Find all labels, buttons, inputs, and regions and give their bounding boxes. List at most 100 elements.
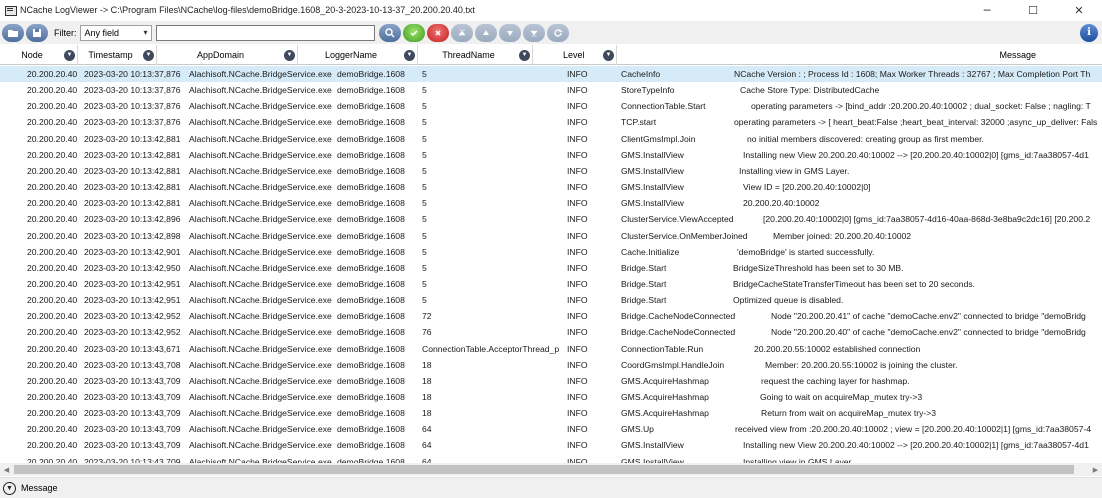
- table-row[interactable]: 20.200.20.40 2023-03-20 10:13:43,708 Alach…: [0, 357, 1102, 373]
- cell-logger: demoBridge.1608: [337, 117, 405, 128]
- table-row[interactable]: 20.200.20.40 2023-03-20 10:13:43,709 Alach…: [0, 454, 1102, 463]
- table-row[interactable]: 20.200.20.40 2023-03-20 10:13:42,950 Alach…: [0, 260, 1102, 276]
- info-icon[interactable]: i: [1080, 23, 1098, 42]
- filter-dropdown-icon[interactable]: ▼: [284, 49, 295, 61]
- filter-input[interactable]: [155, 24, 375, 41]
- table-row[interactable]: 20.200.20.40 2023-03-20 10:13:43,709 Alach…: [0, 421, 1102, 437]
- log-grid[interactable]: Node ▼ Timestamp ▼ AppDomain ▼ LoggerNam…: [0, 45, 1102, 463]
- cell-thread: 64: [422, 456, 432, 463]
- open-icon[interactable]: [2, 23, 24, 42]
- expand-chevron-icon[interactable]: ▼: [3, 481, 16, 495]
- next-icon[interactable]: [498, 23, 521, 42]
- table-row[interactable]: 20.200.20.40 2023-03-20 10:13:42,896 Alach…: [0, 211, 1102, 227]
- cell-logger: demoBridge.1608: [337, 359, 405, 370]
- previous-icon[interactable]: [474, 23, 497, 42]
- filter-dropdown-icon[interactable]: ▼: [519, 49, 530, 61]
- first-icon[interactable]: [450, 23, 473, 42]
- table-row[interactable]: 20.200.20.40 2023-03-20 10:13:43,709 Alach…: [0, 373, 1102, 389]
- column-header-timestamp[interactable]: Timestamp ▼: [78, 45, 157, 65]
- table-row[interactable]: 20.200.20.40 2023-03-20 10:13:43,709 Alach…: [0, 437, 1102, 453]
- minimize-button[interactable]: ─: [964, 0, 1010, 20]
- cell-source: GMS.InstallView: [621, 198, 684, 209]
- table-row[interactable]: 20.200.20.40 2023-03-20 10:13:42,881 Alach…: [0, 147, 1102, 163]
- cell-source: ClusterService.OnMemberJoined: [621, 230, 748, 241]
- table-row[interactable]: 20.200.20.40 2023-03-20 10:13:42,951 Alach…: [0, 276, 1102, 292]
- cell-source: Bridge.CacheNodeConnected: [621, 311, 736, 322]
- cell-logger: demoBridge.1608: [337, 327, 405, 338]
- scroll-left-icon[interactable]: ◀: [0, 463, 13, 476]
- scroll-right-icon[interactable]: ▶: [1089, 463, 1102, 476]
- cell-source: ConnectionTable.Run: [621, 343, 704, 354]
- table-row[interactable]: 20.200.20.40 2023-03-20 10:13:37,876 Alach…: [0, 98, 1102, 114]
- maximize-button[interactable]: ☐: [1010, 0, 1056, 20]
- save-icon[interactable]: [26, 23, 48, 42]
- cell-timestamp: 2023-03-20 10:13:42,950: [84, 262, 181, 273]
- cell-appdomain: Alachisoft.NCache.BridgeService.exe: [189, 295, 332, 306]
- table-row[interactable]: 20.200.20.40 2023-03-20 10:13:42,881 Alach…: [0, 131, 1102, 147]
- table-row[interactable]: 20.200.20.40 2023-03-20 10:13:37,876 Alach…: [0, 82, 1102, 98]
- cell-source: CacheInfo: [621, 69, 661, 79]
- cell-appdomain: Alachisoft.NCache.BridgeService.exe: [189, 165, 332, 176]
- refresh-icon[interactable]: [546, 23, 569, 42]
- cell-node: 20.200.20.40: [27, 440, 78, 451]
- cell-level: INFO: [567, 262, 588, 273]
- table-row[interactable]: 20.200.20.40 2023-03-20 10:13:43,671 Alach…: [0, 341, 1102, 357]
- apply-filter-icon[interactable]: [402, 23, 425, 42]
- table-row[interactable]: 20.200.20.40 2023-03-20 10:13:42,952 Alach…: [0, 308, 1102, 324]
- cell-source: Bridge.Start: [621, 295, 667, 306]
- cell-thread: 18: [422, 359, 432, 370]
- cell-node: 20.200.20.40: [27, 230, 78, 241]
- column-header-logger[interactable]: LoggerName ▼: [298, 45, 418, 65]
- table-row[interactable]: 20.200.20.40 2023-03-20 10:13:43,709 Alach…: [0, 389, 1102, 405]
- table-row[interactable]: 20.200.20.40 2023-03-20 10:13:37,876 Alach…: [0, 114, 1102, 130]
- table-row[interactable]: 20.200.20.40 2023-03-20 10:13:42,951 Alach…: [0, 292, 1102, 308]
- scrollbar-thumb[interactable]: [14, 465, 1074, 474]
- cell-thread: 5: [422, 214, 427, 225]
- cell-timestamp: 2023-03-20 10:13:43,709: [84, 424, 181, 435]
- column-header-label: Level: [563, 50, 585, 60]
- table-row[interactable]: 20.200.20.40 2023-03-20 10:13:43,709 Alach…: [0, 405, 1102, 421]
- table-row[interactable]: 20.200.20.40 2023-03-20 10:13:42,881 Alach…: [0, 179, 1102, 195]
- window-controls: ─ ☐ ✕: [964, 0, 1102, 20]
- filter-dropdown-icon[interactable]: ▼: [603, 49, 614, 61]
- column-header-appdomain[interactable]: AppDomain ▼: [157, 45, 298, 65]
- cell-logger: demoBridge.1608: [337, 198, 405, 209]
- table-row[interactable]: 20.200.20.40 2023-03-20 10:13:42,901 Alach…: [0, 244, 1102, 260]
- cell-node: 20.200.20.40: [27, 117, 78, 128]
- column-header-node[interactable]: Node ▼: [0, 45, 78, 65]
- cell-logger: demoBridge.1608: [337, 392, 405, 402]
- filter-field-select[interactable]: Any field ▾: [79, 24, 152, 41]
- cell-node: 20.200.20.40: [27, 375, 78, 386]
- filter-dropdown-icon[interactable]: ▼: [64, 49, 75, 61]
- table-row[interactable]: 20.200.20.40 2023-03-20 10:13:42,881 Alach…: [0, 195, 1102, 211]
- cell-message: Member: 20.200.20.55:10002 is joining th…: [765, 359, 958, 370]
- cell-timestamp: 2023-03-20 10:13:42,898: [84, 230, 181, 241]
- horizontal-scrollbar[interactable]: ◀ ▶: [0, 463, 1102, 476]
- table-row[interactable]: 20.200.20.40 2023-03-20 10:13:37,876 Alach…: [0, 66, 1102, 83]
- cell-appdomain: Alachisoft.NCache.BridgeService.exe: [189, 69, 332, 79]
- filter-dropdown-icon[interactable]: ▼: [404, 49, 415, 61]
- cell-node: 20.200.20.40: [27, 133, 78, 144]
- cell-message: Installing view in GMS Layer.: [743, 456, 854, 463]
- window-title: NCache LogViewer -> C:\Program Files\NCa…: [20, 5, 475, 15]
- table-row[interactable]: 20.200.20.40 2023-03-20 10:13:42,898 Alach…: [0, 228, 1102, 244]
- column-header-thread[interactable]: ThreadName ▼: [418, 45, 533, 65]
- cell-appdomain: Alachisoft.NCache.BridgeService.exe: [189, 359, 332, 370]
- cell-node: 20.200.20.40: [27, 278, 78, 289]
- filter-dropdown-icon[interactable]: ▼: [143, 49, 154, 61]
- column-header-level[interactable]: Level ▼: [533, 45, 617, 65]
- cell-thread: 5: [422, 133, 427, 144]
- column-header-message[interactable]: Message: [617, 45, 1102, 65]
- cell-thread: 5: [422, 262, 427, 273]
- cell-level: INFO: [567, 408, 588, 419]
- table-row[interactable]: 20.200.20.40 2023-03-20 10:13:42,952 Alach…: [0, 324, 1102, 340]
- table-row[interactable]: 20.200.20.40 2023-03-20 10:13:42,881 Alach…: [0, 163, 1102, 179]
- close-button[interactable]: ✕: [1056, 0, 1102, 20]
- cell-message: Installing new View 20.200.20.40:10002 -…: [743, 440, 1089, 451]
- cell-timestamp: 2023-03-20 10:13:43,709: [84, 392, 181, 402]
- search-icon[interactable]: [378, 23, 401, 42]
- clear-filter-icon[interactable]: [426, 23, 449, 42]
- last-icon[interactable]: [522, 23, 545, 42]
- cell-timestamp: 2023-03-20 10:13:43,709: [84, 440, 181, 451]
- cell-level: INFO: [567, 359, 588, 370]
